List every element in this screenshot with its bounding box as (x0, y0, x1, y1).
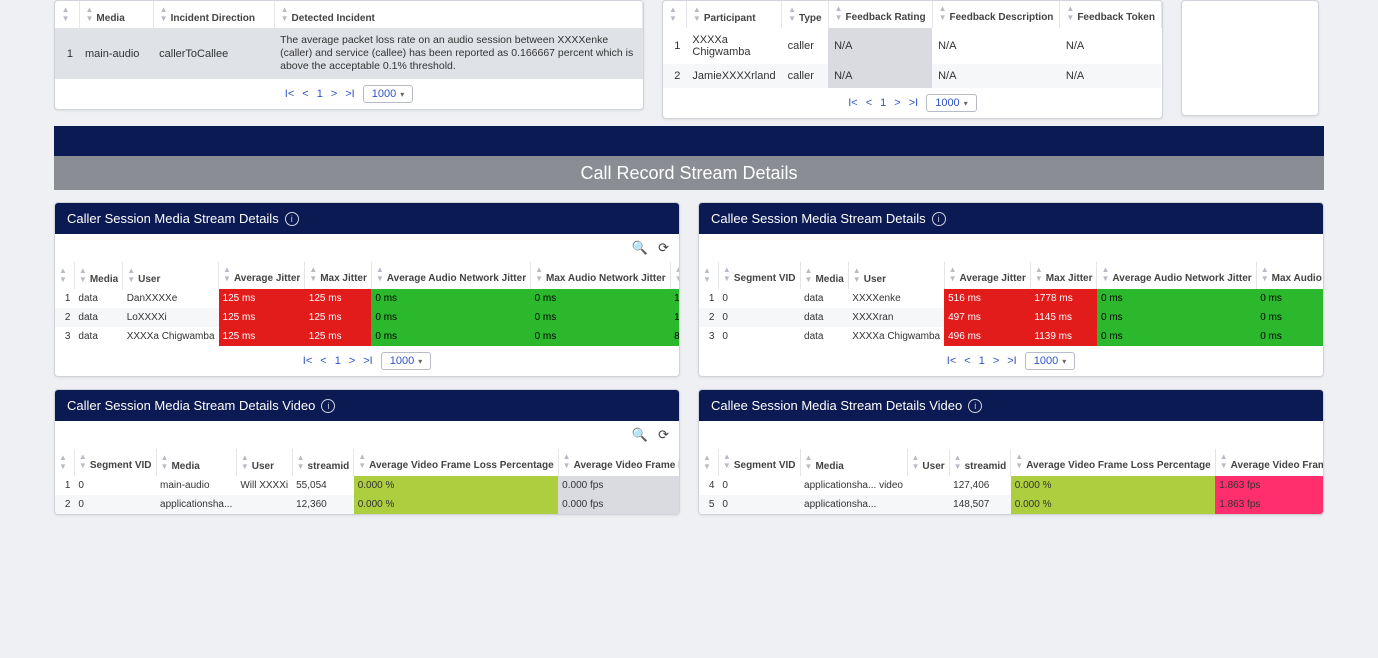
page-prev-icon[interactable]: < (302, 88, 308, 100)
table-row[interactable]: 50applicationsha...148,5070.000 %1.863 f… (699, 495, 1324, 514)
info-icon[interactable]: i (968, 399, 982, 413)
caller-streams-table: Media User Average Jitter Max Jitter Ave… (55, 262, 680, 346)
incidents-table: Media Incident Direction Detected Incide… (55, 1, 643, 79)
info-icon[interactable]: i (321, 399, 335, 413)
col-token[interactable]: Feedback Token (1060, 1, 1162, 28)
callee-streams-panel: Callee Session Media Stream Details i Se… (698, 202, 1324, 377)
section-band: Call Record Stream Details (54, 156, 1324, 190)
col-media[interactable]: Media (79, 1, 153, 28)
page-current[interactable]: 1 (880, 97, 886, 109)
page-first-icon[interactable]: I< (285, 88, 294, 100)
panel-header: Callee Session Media Stream Details Vide… (699, 390, 1323, 421)
page-next-icon[interactable]: > (993, 355, 999, 367)
chevron-down-icon: ▾ (400, 90, 404, 99)
col-incident[interactable]: Detected Incident (274, 1, 642, 28)
col-type[interactable]: Type (782, 1, 829, 28)
band-title: Call Record Stream Details (580, 163, 797, 184)
page-current[interactable]: 1 (979, 355, 985, 367)
refresh-icon[interactable]: ⟳ (658, 240, 669, 256)
navy-divider (54, 126, 1324, 156)
table-row[interactable]: 1dataDanXXXXe125 ms125 ms0 ms0 ms16 ms16… (55, 289, 680, 308)
panel-header: Caller Session Media Stream Details i (55, 203, 679, 234)
callee-video-panel: Callee Session Media Stream Details Vide… (698, 389, 1324, 515)
page-next-icon[interactable]: > (331, 88, 337, 100)
extra-card (1181, 0, 1319, 116)
participants-card: Participant Type Feedback Rating Feedbac… (662, 0, 1163, 119)
caller-streams-panel: Caller Session Media Stream Details i 🔍 … (54, 202, 680, 377)
page-current[interactable]: 1 (317, 88, 323, 100)
col-direction[interactable]: Incident Direction (153, 1, 274, 28)
callee-streams-table: Segment VID Media User Average Jitter Ma… (699, 262, 1324, 346)
page-size-select[interactable]: 1000 ▾ (926, 94, 977, 112)
page-current[interactable]: 1 (335, 355, 341, 367)
caller-video-table: Segment VID Media User streamid Average … (55, 449, 680, 514)
table-row[interactable]: 20dataXXXXran497 ms1145 ms0 ms0 ms13 ms2… (699, 308, 1324, 327)
chevron-down-icon: ▾ (418, 357, 422, 366)
table-row[interactable]: 20applicationsha...12,3600.000 %0.000 fp… (55, 495, 680, 514)
table-row[interactable]: 30dataXXXXa Chigwamba496 ms1139 ms0 ms0 … (699, 327, 1324, 346)
callee-streams-pager: I< < 1 > >I 1000 ▾ (699, 346, 1323, 376)
page-prev-icon[interactable]: < (866, 97, 872, 109)
table-row[interactable]: 3dataXXXXa Chigwamba125 ms125 ms0 ms0 ms… (55, 327, 680, 346)
page-next-icon[interactable]: > (894, 97, 900, 109)
col-participant[interactable]: Participant (686, 1, 781, 28)
page-size-select[interactable]: 1000 ▾ (381, 352, 432, 370)
table-row[interactable]: 1 XXXXa Chigwamba caller N/A N/A N/A (663, 28, 1161, 64)
chevron-down-icon: ▾ (1062, 357, 1066, 366)
table-row[interactable]: 10main-audioWill XXXXi55,0540.000 %0.000… (55, 476, 680, 495)
participants-pager: I< < 1 > >I 1000 ▾ (663, 88, 1162, 118)
table-row[interactable]: 40applicationsha... video127,4060.000 %1… (699, 476, 1324, 495)
page-last-icon[interactable]: >I (363, 355, 372, 367)
page-prev-icon[interactable]: < (964, 355, 970, 367)
callee-video-table: Segment VID Media User streamid Average … (699, 449, 1324, 514)
page-last-icon[interactable]: >I (345, 88, 354, 100)
search-icon[interactable]: 🔍 (632, 427, 648, 443)
page-first-icon[interactable]: I< (303, 355, 312, 367)
table-row[interactable]: 2 JamieXXXXrland caller N/A N/A N/A (663, 64, 1161, 88)
info-icon[interactable]: i (285, 212, 299, 226)
chevron-down-icon: ▾ (964, 99, 968, 108)
caller-streams-pager: I< < 1 > >I 1000 ▾ (55, 346, 679, 376)
page-first-icon[interactable]: I< (947, 355, 956, 367)
page-last-icon[interactable]: >I (909, 97, 918, 109)
panel-header: Callee Session Media Stream Details i (699, 203, 1323, 234)
col-idx[interactable] (663, 1, 686, 28)
col-desc[interactable]: Feedback Description (932, 1, 1060, 28)
table-row[interactable]: 10dataXXXXenke516 ms1778 ms0 ms0 ms46 ms… (699, 289, 1324, 308)
incidents-pager: I< < 1 > >I 1000 ▾ (55, 79, 643, 109)
page-size-select[interactable]: 1000 ▾ (363, 85, 414, 103)
page-prev-icon[interactable]: < (320, 355, 326, 367)
col-rating[interactable]: Feedback Rating (828, 1, 932, 28)
caller-video-panel: Caller Session Media Stream Details Vide… (54, 389, 680, 515)
incidents-card: Media Incident Direction Detected Incide… (54, 0, 644, 110)
info-icon[interactable]: i (932, 212, 946, 226)
table-row[interactable]: 2dataLoXXXXi125 ms125 ms0 ms0 ms13 ms13 … (55, 308, 680, 327)
table-row[interactable]: 1 main-audio callerToCallee The average … (55, 28, 643, 79)
page-last-icon[interactable]: >I (1007, 355, 1016, 367)
page-first-icon[interactable]: I< (848, 97, 857, 109)
col-idx[interactable] (55, 1, 79, 28)
refresh-icon[interactable]: ⟳ (658, 427, 669, 443)
panel-header: Caller Session Media Stream Details Vide… (55, 390, 679, 421)
page-next-icon[interactable]: > (349, 355, 355, 367)
page-size-select[interactable]: 1000 ▾ (1025, 352, 1076, 370)
participants-table: Participant Type Feedback Rating Feedbac… (663, 1, 1162, 88)
search-icon[interactable]: 🔍 (632, 240, 648, 256)
